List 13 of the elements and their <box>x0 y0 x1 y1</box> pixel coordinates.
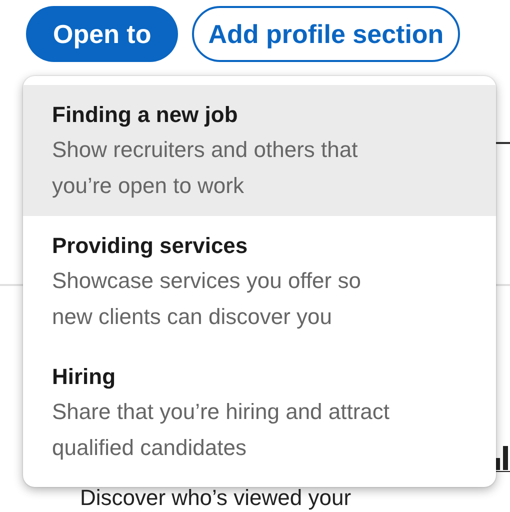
chart-icon <box>494 446 510 472</box>
body-text: Discover who’s viewed your <box>80 486 352 510</box>
menu-item-description: Showcase services you offer so new clients can discover you <box>52 267 362 331</box>
menu-item-description: Show recruiters and others that you’re open to work <box>52 136 359 200</box>
menu-item[interactable]: Finding a new job Show recruiters and others that you’re open to work <box>23 85 496 216</box>
menu-item[interactable]: Hiring Share that you’re hiring and attract qualified candidates <box>23 347 496 478</box>
menu-item-title: Providing services <box>52 232 249 260</box>
menu-item-title: Hiring <box>52 363 117 391</box>
menu-item-description: Share that you’re hiring and attract qualified candidates <box>52 398 391 462</box>
open-to-button[interactable]: Open to <box>26 6 178 62</box>
menu-item[interactable]: Providing services Showcase services you offer so new clients can discover you <box>23 216 496 347</box>
add-section-button[interactable]: Add profile section <box>192 6 460 62</box>
menu-item-title: Finding a new job <box>52 101 239 129</box>
